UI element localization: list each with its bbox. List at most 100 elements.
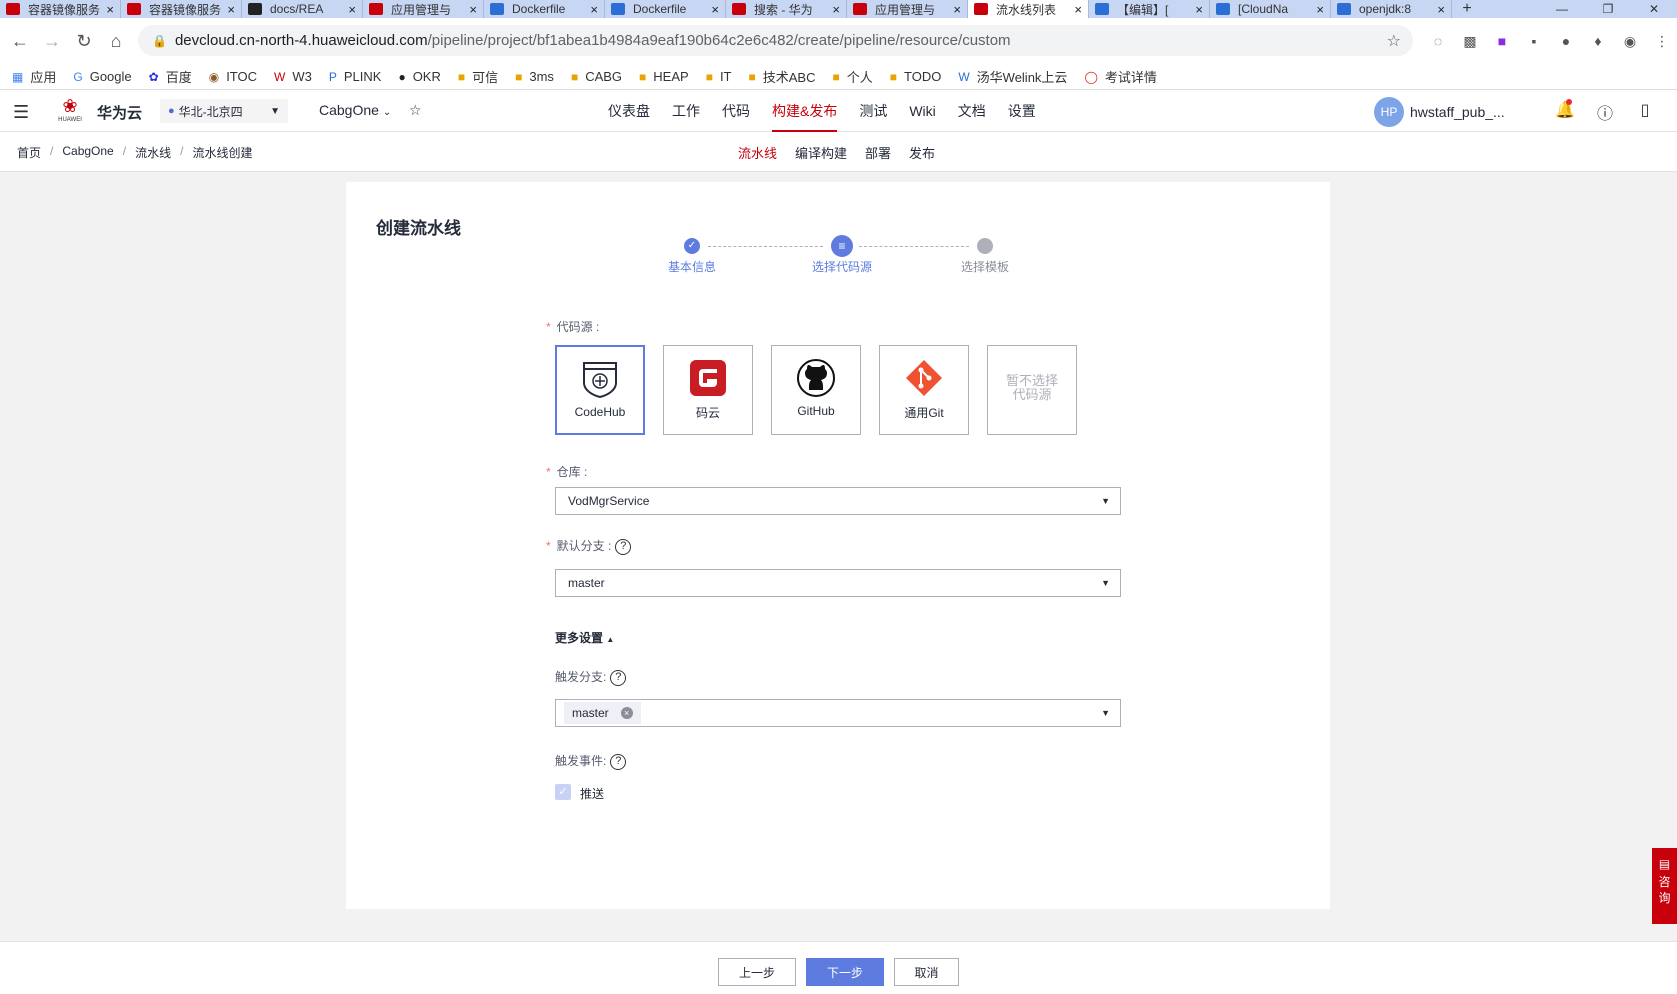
breadcrumb-item[interactable]: 首页 [17,144,41,161]
reload-icon[interactable]: ↻ [68,31,100,52]
extension-icon[interactable]: ◌ [1422,33,1454,49]
bookmark-item[interactable]: ■ 可信 [458,67,498,86]
restore-icon[interactable]: ❐ [1585,0,1631,18]
close-icon[interactable]: × [711,2,719,17]
bookmark-item[interactable]: ■ HEAP [639,69,689,84]
service-tab[interactable]: 流水线 [738,143,777,162]
mobile-icon[interactable]: ▯ [1625,100,1665,124]
nav-item[interactable]: 工作 [672,90,700,132]
nav-item[interactable]: 代码 [722,90,750,132]
bookmark-item[interactable]: ● OKR [398,69,440,84]
puzzle-icon[interactable]: ♦ [1582,33,1614,49]
user-menu[interactable]: HP hwstaff_pub_... [1374,97,1505,127]
browser-tab[interactable]: 【编辑】[× [1089,0,1210,18]
bookmark-item[interactable]: W W3 [274,69,312,84]
bell-icon[interactable]: 🔔 [1545,99,1585,124]
pdf-extension-icon[interactable]: ▪ [1518,33,1550,49]
nav-item[interactable]: 仪表盘 [608,90,650,132]
more-settings-toggle[interactable]: 更多设置 ▲ [555,629,614,646]
region-selector[interactable]: ● 华北-北京四 ▼ [160,99,288,123]
cancel-button[interactable]: 取消 [894,958,959,986]
breadcrumb-item[interactable]: 流水线 [135,144,171,161]
service-tab[interactable]: 发布 [909,143,935,162]
breadcrumb-item[interactable]: CabgOne [62,144,113,161]
service-tab[interactable]: 编译构建 [795,143,847,162]
bookmark-item[interactable]: ■ 3ms [515,69,554,84]
remove-tag-icon[interactable]: × [620,707,633,719]
browser-tab[interactable]: 流水线列表 × [968,0,1089,18]
close-icon[interactable]: × [590,2,598,17]
bookmark-item[interactable]: ■ 个人 [832,67,872,86]
trigger-branch-select[interactable]: master × ▼ [555,699,1121,727]
address-bar[interactable]: 🔒 devcloud.cn-north-4.huaweicloud.com/pi… [138,25,1413,56]
huawei-logo[interactable]: ❀ HUAWEI [55,96,85,126]
close-icon[interactable]: × [1074,2,1082,17]
bookmark-item[interactable]: ■ IT [706,69,732,84]
prev-button[interactable]: 上一步 [718,958,796,986]
bookmark-item[interactable]: ■ 技术ABC [749,67,816,86]
nav-item[interactable]: 文档 [958,90,986,132]
close-icon[interactable]: × [106,2,114,17]
browser-tab[interactable]: Dockerfile × [605,0,726,18]
nav-item[interactable]: 测试 [859,90,887,132]
browser-tab[interactable]: openjdk:8 × [1331,0,1452,18]
project-selector[interactable]: CabgOne ⌄ [319,102,391,118]
close-icon[interactable]: × [348,2,356,17]
help-icon[interactable]: ⓘ [1585,100,1625,124]
browser-menu-icon[interactable]: ⋮ [1646,33,1677,50]
favorite-star-icon[interactable]: ☆ [409,102,422,119]
bookmark-item[interactable]: ■ CABG [571,69,622,84]
close-icon[interactable]: × [227,2,235,17]
default-branch-select[interactable]: master ▼ [555,569,1121,597]
next-button[interactable]: 下一步 [806,958,884,986]
nav-item[interactable]: Wiki [909,90,935,132]
source-generic-git[interactable]: 通用Git [879,345,969,435]
bookmark-item[interactable]: ▦ 应用 [12,67,56,86]
bookmark-item[interactable]: ◯ 考试详情 [1084,67,1156,86]
source-github[interactable]: GitHub [771,345,861,435]
close-window-icon[interactable]: ✕ [1631,0,1677,18]
bookmark-item[interactable]: ✿ 百度 [149,67,192,86]
question-icon[interactable]: ? [610,753,627,770]
rp-extension-icon[interactable]: ■ [1486,33,1518,49]
close-icon[interactable]: × [953,2,961,17]
bookmark-item[interactable]: G Google [73,69,131,84]
push-checkbox[interactable]: ✓ [555,784,571,800]
back-icon[interactable]: ← [4,31,36,52]
nav-item[interactable]: 设置 [1008,90,1036,132]
minimize-icon[interactable]: — [1539,0,1585,18]
hamburger-menu-icon[interactable]: ☰ [13,102,29,123]
bookmark-item[interactable]: P PLINK [329,69,382,84]
profile-icon[interactable]: ◉ [1614,33,1646,50]
bookmark-item[interactable]: ◉ ITOC [209,69,257,84]
question-icon[interactable]: ? [610,669,627,686]
browser-tab[interactable]: 应用管理与 × [363,0,484,18]
source-none[interactable]: 暂不选择代码源 [987,345,1077,435]
source-codehub[interactable]: CodeHub [555,345,645,435]
home-icon[interactable]: ⌂ [100,31,132,52]
browser-tab[interactable]: 容器镜像服务 × [0,0,121,18]
bookmark-item[interactable]: ■ TODO [890,69,942,84]
close-icon[interactable]: × [1195,2,1203,17]
forward-icon[interactable]: → [36,31,68,52]
close-icon[interactable]: × [832,2,840,17]
new-tab-icon[interactable]: + [1452,0,1482,18]
question-icon[interactable]: ? [615,538,632,555]
consult-button[interactable]: ▤ 咨询 [1652,848,1677,924]
browser-tab[interactable]: docs/REA × [242,0,363,18]
browser-tab[interactable]: 容器镜像服务 × [121,0,242,18]
source-gitee[interactable]: 码云 [663,345,753,435]
browser-tab[interactable]: 应用管理与 × [847,0,968,18]
browser-tab[interactable]: Dockerfile × [484,0,605,18]
bookmark-star-icon[interactable]: ☆ [1387,31,1401,51]
browser-tab[interactable]: [CloudNa × [1210,0,1331,18]
repo-select[interactable]: VodMgrService ▼ [555,487,1121,515]
close-icon[interactable]: × [469,2,477,17]
circle-extension-icon[interactable]: ● [1550,33,1582,49]
close-icon[interactable]: × [1437,2,1445,17]
close-icon[interactable]: × [1316,2,1324,17]
nav-item[interactable]: 构建&发布 [772,90,838,132]
news-extension-icon[interactable]: ▩ [1454,33,1486,50]
service-tab[interactable]: 部署 [865,143,891,162]
bookmark-item[interactable]: W 汤华Welink上云 [958,67,1067,86]
